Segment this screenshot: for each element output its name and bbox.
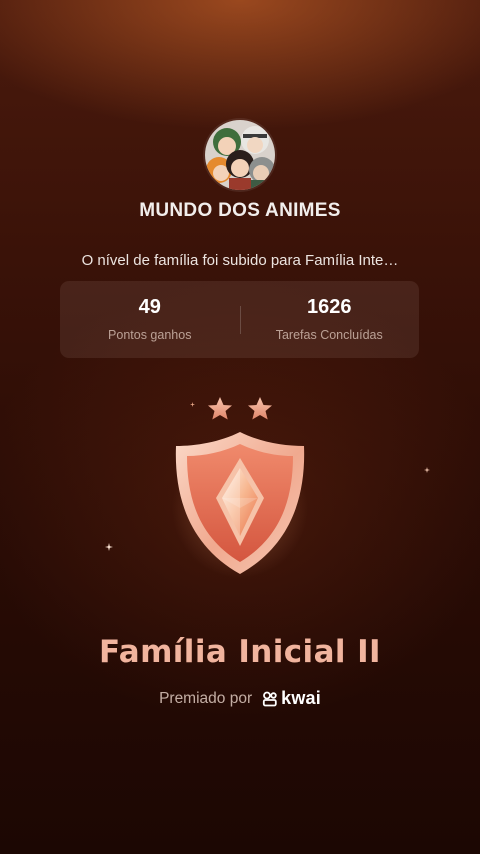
tasks-stat: 1626 Tarefas Concluídas [240,281,420,358]
points-label: Pontos ganhos [108,328,192,342]
sparkle-icon [190,402,195,407]
kwai-logo-icon [263,691,277,706]
kwai-logo: kwai [262,688,321,709]
sparkle-icon [105,543,113,551]
group-name: MUNDO DOS ANIMES [139,200,341,221]
awarded-label: Premiado por [159,689,253,707]
level-name: Família Inicial II [98,634,381,670]
points-stat: 49 Pontos ganhos [60,281,240,358]
points-value: 49 [138,296,161,318]
awarded-by: Premiado por kwai [0,688,480,709]
level-up-message: O nível de família foi subido para Famíl… [81,252,399,269]
group-avatar[interactable] [205,120,275,190]
level-stars [208,397,272,420]
shield-diamond-badge-icon [172,432,308,578]
stats-card: 49 Pontos ganhos 1626 Tarefas Concluídas [60,281,419,358]
anime-characters-avatar-icon [205,120,275,190]
stats-divider [240,306,241,334]
sparkle-icon [424,467,430,473]
tasks-value: 1626 [307,296,352,318]
star-icon [248,397,272,420]
star-icon [208,397,232,420]
tasks-label: Tarefas Concluídas [275,328,383,342]
kwai-brand-text: kwai [281,688,321,708]
family-level-up-screen: MUNDO DOS ANIMES O nível de família foi … [0,0,480,854]
